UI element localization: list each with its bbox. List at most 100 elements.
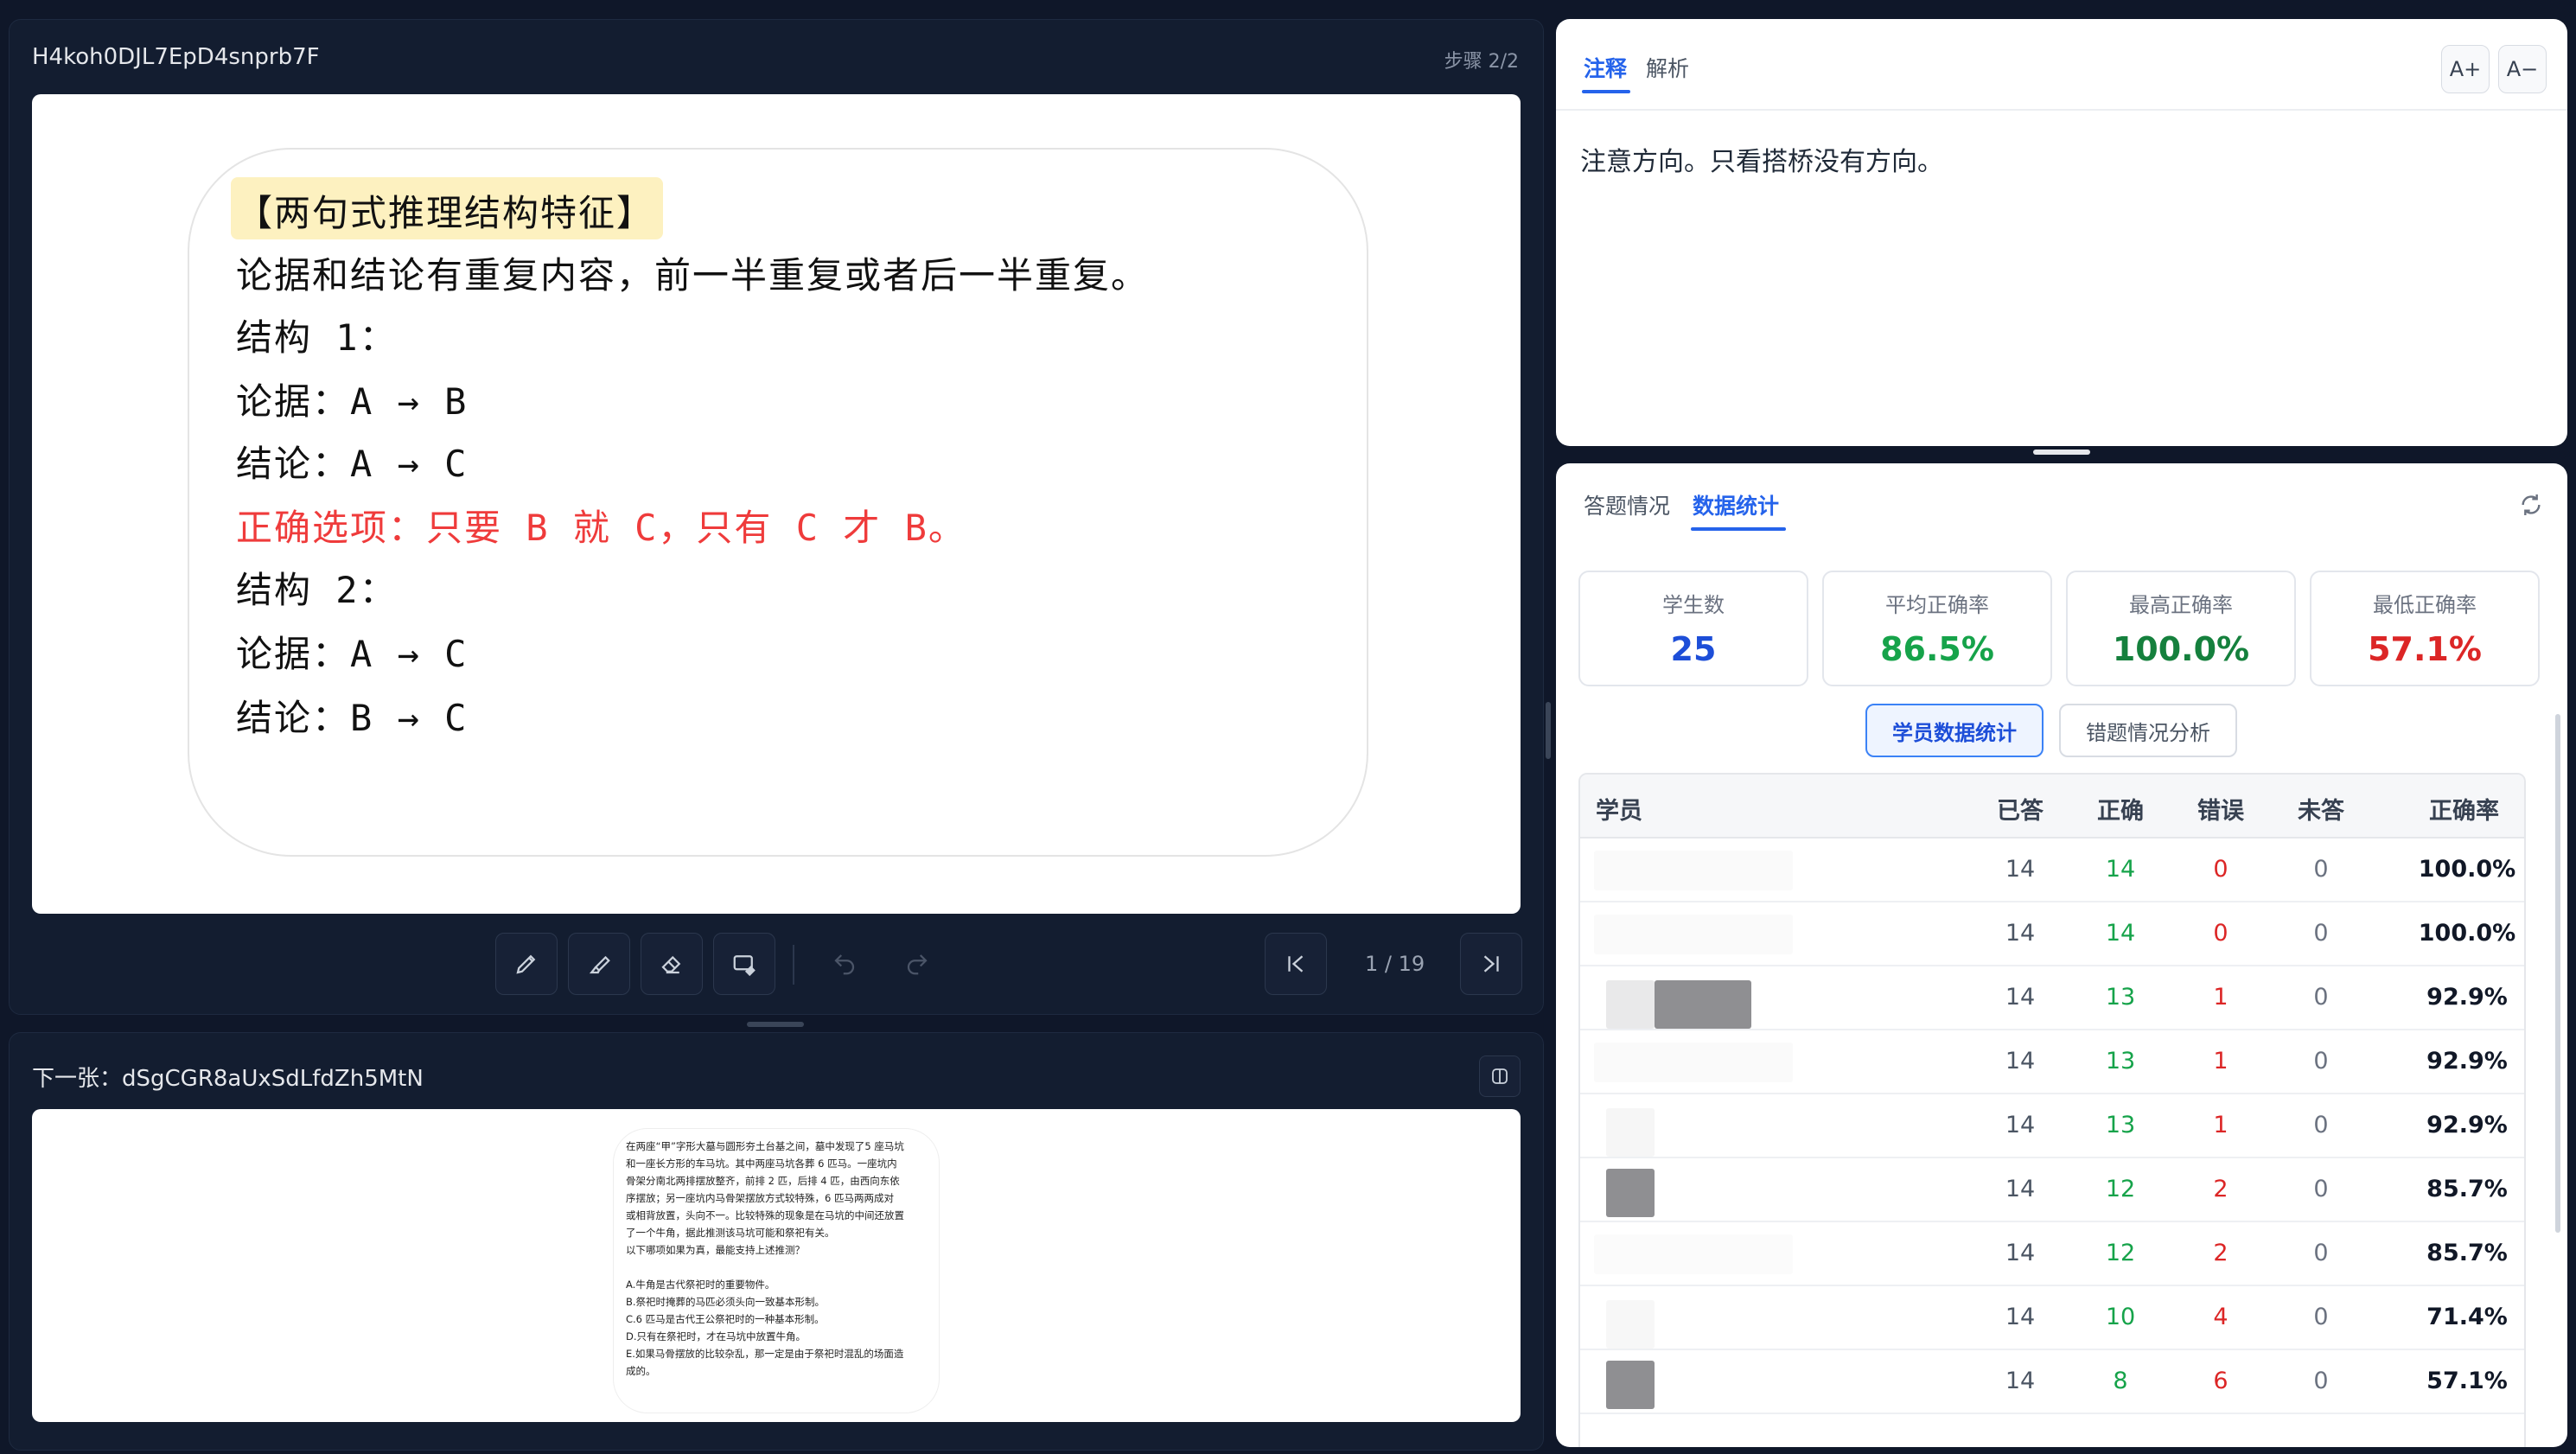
preview-spacer bbox=[626, 1259, 927, 1276]
stat-card-average-rate: 平均正确率 86.5% bbox=[1822, 571, 2052, 686]
step-indicator: 步骤 2/2 bbox=[1444, 51, 1519, 73]
stat-value: 100.0% bbox=[2112, 630, 2250, 668]
table-row[interactable]: 14 12 2 0 85.7% bbox=[1580, 1158, 2524, 1222]
column-header[interactable]: 已答 bbox=[1997, 792, 2044, 826]
student-stats-button[interactable]: 学员数据统计 bbox=[1865, 704, 2044, 757]
cell-answered: 14 bbox=[2005, 1240, 2036, 1266]
tab-answer-status[interactable]: 答题情况 bbox=[1584, 489, 1670, 520]
preview-line: A.牛角是古代祭祀时的重要物件。 bbox=[626, 1279, 775, 1291]
cell-wrong: 1 bbox=[2213, 1112, 2228, 1138]
preview-line: 成的。 bbox=[626, 1365, 656, 1377]
table-scrollbar[interactable] bbox=[2555, 714, 2560, 1233]
cell-unanswered: 0 bbox=[2313, 1112, 2329, 1138]
cell-correct: 13 bbox=[2105, 1112, 2136, 1138]
cell-rate: 92.9% bbox=[2426, 984, 2508, 1011]
whiteboard-panel: H4koh0DJL7EpD4snprb7F 步骤 2/2 【两句式推理结构特征】… bbox=[9, 19, 1544, 1015]
redacted-student-name bbox=[1594, 851, 1793, 890]
redacted-avatar bbox=[1606, 1361, 1655, 1409]
tab-divider bbox=[1556, 109, 2567, 111]
resize-handle-horizontal[interactable] bbox=[747, 1022, 804, 1027]
font-decrease-button[interactable]: A− bbox=[2498, 45, 2547, 93]
drawing-toolbar: 1 / 19 bbox=[10, 933, 1545, 995]
tab-data-stats[interactable]: 数据统计 bbox=[1693, 489, 1779, 520]
cell-rate: 85.7% bbox=[2426, 1176, 2508, 1202]
eraser-icon[interactable] bbox=[641, 933, 703, 995]
cell-wrong: 1 bbox=[2213, 1048, 2228, 1075]
cell-wrong: 0 bbox=[2213, 856, 2228, 883]
column-header[interactable]: 学员 bbox=[1596, 792, 1642, 826]
page-indicator: 1 / 19 bbox=[1365, 952, 1425, 976]
preview-line: 在两座“甲”字形大墓与圆形夯土台基之间，墓中发现了5 座马坑 bbox=[626, 1140, 904, 1152]
stat-card-students: 学生数 25 bbox=[1578, 571, 1808, 686]
first-page-icon[interactable] bbox=[1265, 933, 1327, 995]
resize-handle-horizontal[interactable] bbox=[2033, 450, 2090, 455]
whiteboard-canvas[interactable]: 【两句式推理结构特征】 论据和结论有重复内容，前一半重复或者后一半重复。 结构 … bbox=[32, 94, 1521, 914]
next-slide-preview[interactable]: 在两座“甲”字形大墓与圆形夯土台基之间，墓中发现了5 座马坑 和一座长方形的车马… bbox=[32, 1109, 1521, 1422]
handwriting-line: 结构 1： bbox=[236, 316, 398, 359]
handwriting-line: 结构 2： bbox=[236, 569, 398, 611]
cell-unanswered: 0 bbox=[2313, 1240, 2329, 1266]
column-header[interactable]: 错误 bbox=[2197, 792, 2244, 826]
toolbar-divider bbox=[793, 945, 794, 985]
table-row[interactable]: 14 12 2 0 85.7% bbox=[1580, 1222, 2524, 1286]
last-page-icon[interactable] bbox=[1460, 933, 1522, 995]
table-row[interactable]: 14 13 1 0 92.9% bbox=[1580, 1030, 2524, 1094]
tab-analysis[interactable]: 解析 bbox=[1646, 52, 1689, 83]
redacted-student-name bbox=[1594, 1234, 1793, 1274]
preview-line: 序摆放；另一座坑内马骨架摆放方式较特殊，6 匹马两两成对 bbox=[626, 1192, 894, 1204]
preview-line: D.只有在祭祀时，才在马坑中放置牛角。 bbox=[626, 1330, 807, 1342]
preview-line: E.如果马骨摆放的比较杂乱，那一定是由于祭祀时混乱的场面造 bbox=[626, 1348, 904, 1360]
clear-board-icon[interactable] bbox=[713, 933, 775, 995]
cell-unanswered: 0 bbox=[2313, 1048, 2329, 1075]
preview-line: 或相背放置，头向不一。比较特殊的现象是在马坑的中间还放置 bbox=[626, 1209, 904, 1221]
table-row[interactable]: 14 10 4 0 71.4% bbox=[1580, 1286, 2524, 1350]
next-slide-title: 下一张：dSgCGR8aUxSdLfdZh5MtN bbox=[32, 1066, 424, 1092]
redacted-student-name bbox=[1655, 980, 1751, 1029]
pencil-icon[interactable] bbox=[495, 933, 558, 995]
column-header[interactable]: 未答 bbox=[2298, 792, 2344, 826]
stat-value: 25 bbox=[1670, 630, 1717, 668]
cell-correct: 10 bbox=[2105, 1304, 2136, 1330]
cell-answered: 14 bbox=[2005, 1048, 2036, 1075]
error-analysis-button[interactable]: 错题情况分析 bbox=[2059, 704, 2237, 757]
cell-rate: 92.9% bbox=[2426, 1048, 2508, 1075]
stat-label: 学生数 bbox=[1662, 593, 1725, 617]
table-header: 学员 已答 正确 错误 未答 正确率 bbox=[1580, 775, 2524, 839]
table-row[interactable]: 14 13 1 0 92.9% bbox=[1580, 966, 2524, 1030]
cell-answered: 14 bbox=[2005, 984, 2036, 1011]
stat-label: 平均正确率 bbox=[1885, 593, 1989, 617]
highlighter-icon[interactable] bbox=[568, 933, 630, 995]
cell-answered: 14 bbox=[2005, 856, 2036, 883]
cell-rate: 100.0% bbox=[2418, 856, 2516, 883]
handwriting-line: 结论：A → C bbox=[236, 443, 469, 485]
redo-icon[interactable] bbox=[886, 933, 948, 995]
cell-rate: 92.9% bbox=[2426, 1112, 2508, 1138]
preview-line: B.祭祀时掩葬的马匹必须头向一致基本形制。 bbox=[626, 1296, 826, 1308]
student-stats-table: 学员 已答 正确 错误 未答 正确率 14 14 0 0 100.0% 14 1… bbox=[1578, 773, 2526, 1447]
cell-rate: 85.7% bbox=[2426, 1240, 2508, 1266]
refresh-icon[interactable] bbox=[2517, 491, 2545, 522]
handwriting-heading: 【两句式推理结构特征】 bbox=[236, 192, 655, 234]
cell-unanswered: 0 bbox=[2313, 856, 2329, 883]
undo-icon[interactable] bbox=[813, 933, 876, 995]
redacted-avatar bbox=[1606, 980, 1655, 1029]
table-row[interactable]: 14 14 0 0 100.0% bbox=[1580, 902, 2524, 966]
cell-unanswered: 0 bbox=[2313, 1304, 2329, 1330]
cell-answered: 14 bbox=[2005, 1112, 2036, 1138]
table-row[interactable]: 14 8 6 0 57.1% bbox=[1580, 1350, 2524, 1414]
stat-label: 最高正确率 bbox=[2129, 593, 2233, 617]
table-row[interactable]: 14 14 0 0 100.0% bbox=[1580, 839, 2524, 902]
cell-wrong: 6 bbox=[2213, 1368, 2228, 1394]
table-row[interactable]: 14 13 1 0 92.9% bbox=[1580, 1094, 2524, 1158]
preview-line: 了一个牛角，据此推测该马坑可能和祭祀有关。 bbox=[626, 1227, 835, 1239]
cell-correct: 14 bbox=[2105, 920, 2136, 947]
column-header[interactable]: 正确 bbox=[2097, 792, 2144, 826]
cell-wrong: 2 bbox=[2213, 1240, 2228, 1266]
tab-notes[interactable]: 注释 bbox=[1584, 52, 1627, 83]
column-header[interactable]: 正确率 bbox=[2429, 792, 2499, 826]
font-increase-button[interactable]: A+ bbox=[2441, 45, 2490, 93]
split-view-icon[interactable] bbox=[1479, 1055, 1521, 1097]
cell-correct: 13 bbox=[2105, 984, 2136, 1011]
redacted-avatar bbox=[1606, 1169, 1655, 1217]
resize-handle-vertical[interactable] bbox=[1546, 702, 1551, 759]
